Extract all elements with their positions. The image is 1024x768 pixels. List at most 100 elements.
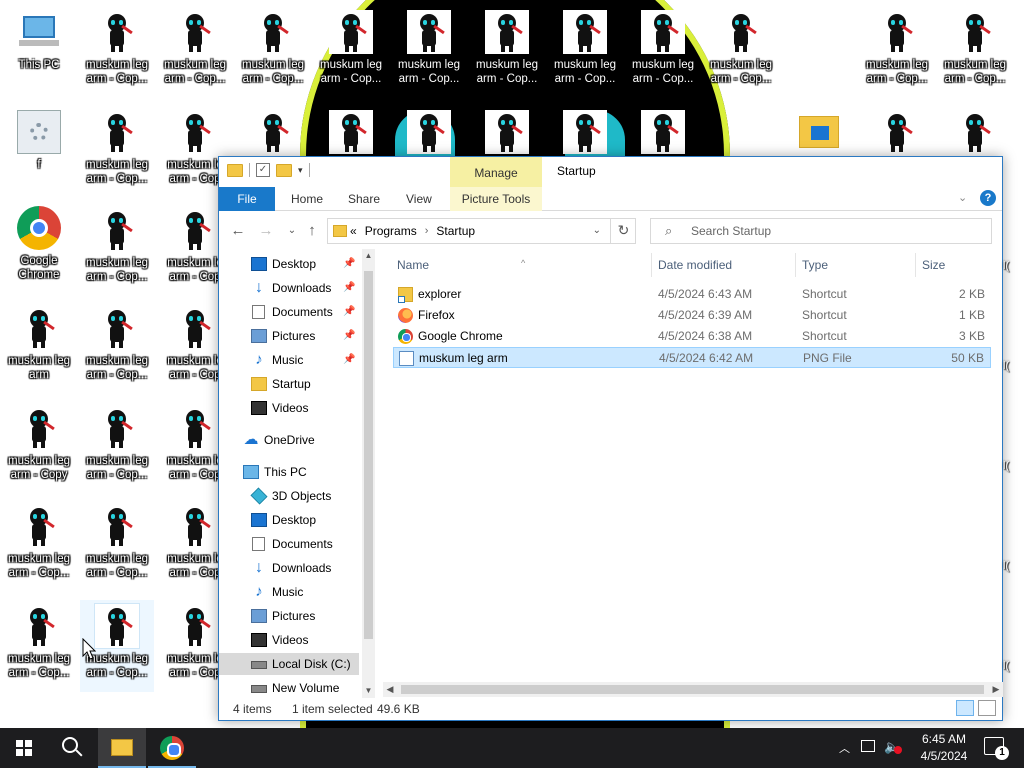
nav-item-videos[interactable]: Videos [219, 397, 359, 419]
desktop-icon-muskum-copy[interactable]: muskum leg arm - Cop... [548, 6, 622, 98]
column-header-date-modified[interactable]: Date modified [658, 253, 788, 277]
desktop-icon-muskum-copy[interactable]: muskum leg arm - Cop... [80, 106, 154, 198]
nav-pane-scrollbar[interactable]: ▲ ▼ [362, 249, 375, 698]
start-button[interactable] [0, 728, 48, 768]
breadcrumb-overflow[interactable]: « [350, 219, 357, 243]
column-header-size[interactable]: Size [922, 253, 982, 277]
nav-item-onedrive[interactable]: ☁ OneDrive [219, 429, 359, 451]
tab-home[interactable]: Home [279, 187, 335, 211]
desktop-icon-muskum-copy[interactable]: muskum leg arm - Cop... [2, 500, 76, 592]
customize-toolbar-dropdown-icon[interactable]: ▾ [298, 165, 303, 176]
address-dropdown-icon[interactable]: ⌄ [593, 219, 601, 243]
nav-item-this-pc[interactable]: This PC [219, 461, 359, 483]
large-icons-view-icon[interactable] [978, 700, 996, 716]
column-header-name[interactable]: Name ^ [397, 253, 647, 277]
desktop-icon-muskum-copy[interactable]: muskum leg arm - Cop... [2, 600, 76, 692]
horizontal-scrollbar[interactable]: ◀ ▶ [383, 682, 1003, 697]
properties-icon[interactable]: ✓ [256, 163, 270, 177]
toolbar-separator [249, 163, 250, 177]
tab-manage[interactable]: Manage [450, 157, 542, 187]
nav-item-pc-pictures[interactable]: Pictures [219, 605, 359, 627]
search-input[interactable]: ⌕ Search Startup [650, 218, 992, 244]
desktop-icon-muskum-copy[interactable]: muskum leg arm - Cop... [860, 6, 934, 98]
desktop-icon-f[interactable]: f [2, 106, 76, 198]
nav-item-pictures[interactable]: Pictures 📌 [219, 325, 359, 347]
nav-item-pc-documents[interactable]: Documents [219, 533, 359, 555]
file-row-explorer[interactable]: explorer 4/5/2024 6:43 AM Shortcut 2 KB [393, 284, 991, 305]
nav-item-music[interactable]: ♪ Music 📌 [219, 349, 359, 371]
tab-share[interactable]: Share [336, 187, 392, 211]
chevron-right-icon[interactable]: › [425, 219, 429, 243]
nav-item-documents[interactable]: Documents 📌 [219, 301, 359, 323]
nav-item-local-disk-c[interactable]: Local Disk (C:) [219, 653, 359, 675]
desktop-icon-muskum-copy[interactable]: muskum leg arm - Cop... [80, 6, 154, 98]
file-row-firefox[interactable]: Firefox 4/5/2024 6:39 AM Shortcut 1 KB [393, 305, 991, 326]
nav-item-downloads[interactable]: ↓ Downloads 📌 [219, 277, 359, 299]
up-arrow-icon[interactable]: ↑ [303, 222, 321, 240]
desktop-icon-muskum-copy[interactable]: muskum leg arm - Cop... [158, 6, 232, 98]
nav-item-desktop[interactable]: Desktop 📌 [219, 253, 359, 275]
desktop-icon-this-pc[interactable]: This PC [2, 6, 76, 98]
scroll-right-arrow-icon[interactable]: ▶ [989, 682, 1003, 697]
scrollbar-thumb[interactable] [364, 271, 373, 639]
scroll-up-arrow-icon[interactable]: ▲ [362, 249, 375, 263]
search-icon [62, 737, 78, 753]
nav-item-new-volume-e[interactable]: New Volume (E:) [219, 677, 359, 698]
desktop-icon-muskum-copy[interactable]: muskum leg arm - Cop... [314, 6, 388, 98]
desktop-icon-muskum-copy[interactable]: muskum leg arm - Cop... [704, 6, 778, 98]
tab-file[interactable]: File [219, 187, 275, 211]
refresh-icon[interactable]: ↻ [610, 218, 636, 244]
show-hidden-icons-chevron-icon[interactable]: ︿ [839, 740, 850, 756]
desktop-icon-google-chrome[interactable]: Google Chrome [2, 202, 76, 294]
taskbar-google-chrome[interactable] [148, 728, 196, 768]
expand-ribbon-icon[interactable]: ⌄ [958, 192, 970, 204]
desktop-icon-muskum-copy[interactable]: muskum leg arm - Cop... [80, 204, 154, 296]
desktop-icon-muskum-copy[interactable]: muskum leg arm - Cop... [80, 500, 154, 592]
new-folder-icon[interactable] [276, 163, 292, 177]
clock[interactable]: 6:45 AM 4/5/2024 [904, 731, 984, 765]
scroll-down-arrow-icon[interactable]: ▼ [362, 684, 375, 698]
recent-locations-chevron-icon[interactable]: ⌄ [283, 222, 301, 240]
address-bar[interactable]: « Programs › Startup ⌄ [327, 218, 636, 244]
nav-item-pc-music[interactable]: ♪ Music [219, 581, 359, 603]
desktop-icon-muskum-copy[interactable]: muskum leg arm - Cop... [938, 6, 1012, 98]
network-icon[interactable] [861, 740, 875, 752]
nav-item-startup[interactable]: Startup [219, 373, 359, 395]
breadcrumb-programs[interactable]: Programs [365, 219, 417, 243]
help-icon[interactable]: ? [980, 190, 996, 206]
desktop-icon-muskum-copy[interactable]: muskum leg arm - Copy [2, 402, 76, 494]
title-bar[interactable]: ✓ ▾ Manage Startup [219, 157, 1002, 187]
desktop-icon-muskum-copy[interactable]: muskum leg arm - Cop... [392, 6, 466, 98]
desktop-icon-muskum-copy[interactable]: muskum leg arm - Cop... [470, 6, 544, 98]
desktop-icon-muskum-copy[interactable]: muskum leg arm - Cop... [626, 6, 700, 98]
file-row-google-chrome[interactable]: Google Chrome 4/5/2024 6:38 AM Shortcut … [393, 326, 991, 347]
back-arrow-icon[interactable]: ← [229, 222, 247, 240]
forward-arrow-icon[interactable]: → [257, 222, 275, 240]
scroll-left-arrow-icon[interactable]: ◀ [383, 682, 397, 697]
column-divider[interactable] [651, 253, 652, 277]
desktop-icon-muskum-copy[interactable]: muskum leg arm - Cop... [80, 302, 154, 394]
navigation-pane[interactable]: Desktop 📌 ↓ Downloads 📌 Documents 📌 Pictures… [219, 249, 375, 698]
tab-picture-tools[interactable]: Picture Tools [450, 187, 542, 211]
details-view-icon[interactable] [956, 700, 974, 716]
column-header-type[interactable]: Type [802, 253, 902, 277]
taskbar-file-explorer[interactable] [98, 728, 146, 768]
notification-center-icon[interactable]: 1 [984, 737, 1009, 760]
tab-view[interactable]: View [394, 187, 444, 211]
desktop-icon-muskum[interactable]: muskum leg arm [2, 302, 76, 394]
nav-item-3d-objects[interactable]: 3D Objects [219, 485, 359, 507]
breadcrumb-startup[interactable]: Startup [436, 219, 475, 243]
image-thumbnail-icon [719, 10, 763, 54]
column-divider[interactable] [915, 253, 916, 277]
nav-item-pc-desktop[interactable]: Desktop [219, 509, 359, 531]
nav-item-pc-downloads[interactable]: ↓ Downloads [219, 557, 359, 579]
desktop-icon-muskum-copy[interactable]: muskum leg arm - Cop... [236, 6, 310, 98]
file-explorer-window[interactable]: ✓ ▾ Manage Startup File Home Share View … [218, 156, 1003, 721]
column-divider[interactable] [795, 253, 796, 277]
search-button[interactable] [48, 728, 96, 768]
file-row-muskum-leg-arm[interactable]: muskum leg arm 4/5/2024 6:42 AM PNG File… [393, 347, 991, 368]
scrollbar-thumb[interactable] [401, 685, 984, 694]
nav-item-pc-videos[interactable]: Videos [219, 629, 359, 651]
desktop-icon-muskum-copy[interactable]: muskum leg arm - Cop... [80, 402, 154, 494]
file-list[interactable]: Name ^ Date modified Type Size explorer 4… [391, 249, 995, 689]
